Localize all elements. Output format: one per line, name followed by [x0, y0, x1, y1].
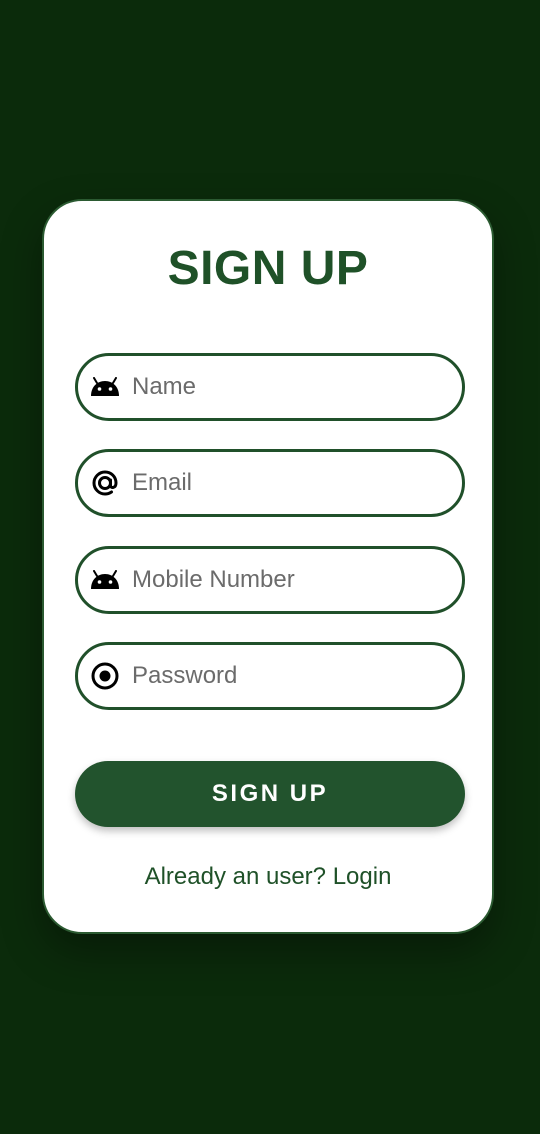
name-input[interactable]	[132, 373, 422, 401]
at-sign-icon	[88, 466, 122, 500]
android-icon	[88, 370, 122, 404]
signup-button[interactable]: SIGN UP	[75, 761, 465, 827]
email-field[interactable]	[75, 449, 465, 517]
email-input[interactable]	[132, 469, 422, 497]
password-input[interactable]	[132, 662, 422, 690]
signup-card: SIGN UP Name Email Mobile Number SIGN UP…	[42, 199, 494, 934]
password-field[interactable]	[75, 642, 465, 710]
android-icon	[88, 563, 122, 597]
name-field[interactable]	[75, 353, 465, 421]
mobile-number-field[interactable]	[75, 546, 465, 614]
page-title: SIGN UP	[167, 242, 369, 295]
login-link[interactable]: Already an user? Login	[44, 863, 492, 891]
mobile-number-input[interactable]	[132, 566, 422, 594]
radio-button-icon	[88, 659, 122, 693]
